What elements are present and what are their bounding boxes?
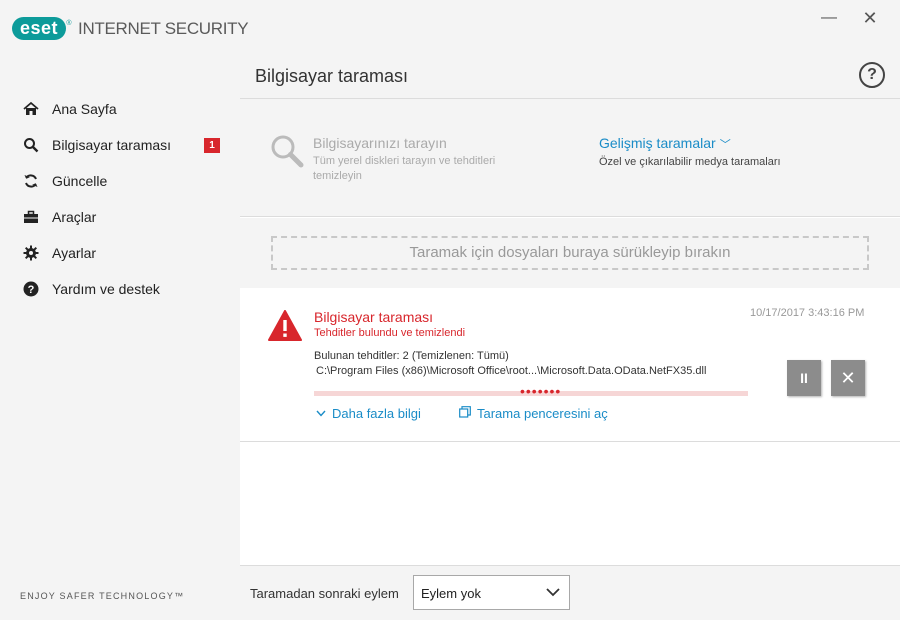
sidebar-item-tools[interactable]: Araçlar bbox=[0, 202, 240, 232]
warning-icon bbox=[268, 310, 302, 346]
toolbox-icon bbox=[22, 208, 40, 226]
title-bar: eset ® INTERNET SECURITY — ✕ bbox=[0, 0, 900, 60]
notification-badge: 1 bbox=[204, 137, 220, 153]
more-info-link[interactable]: Daha fazla bilgi bbox=[316, 406, 421, 421]
brand-text: eset bbox=[20, 18, 59, 38]
scan-options: Bilgisayarınızı tarayın Tüm yerel diskle… bbox=[240, 99, 900, 217]
help-button[interactable]: ? bbox=[859, 62, 885, 88]
sidebar-item-computer-scan[interactable]: Bilgisayar taraması 1 bbox=[0, 130, 240, 160]
minimize-button[interactable]: — bbox=[814, 6, 844, 30]
eset-badge: eset ® bbox=[12, 17, 72, 40]
post-scan-action-label: Taramadan sonraki eylem bbox=[250, 586, 399, 601]
refresh-icon bbox=[22, 172, 40, 190]
sidebar: Ana Sayfa Bilgisayar taraması 1 Güncelle… bbox=[0, 60, 240, 620]
sidebar-item-home[interactable]: Ana Sayfa bbox=[0, 94, 240, 124]
sidebar-item-label: Yardım ve destek bbox=[52, 281, 160, 297]
main-header: Bilgisayar taraması ? bbox=[240, 60, 900, 99]
bottom-bar: Taramadan sonraki eylem Eylem yok bbox=[240, 565, 900, 620]
product-name: INTERNET SECURITY bbox=[78, 18, 249, 38]
scan-status: Tehditler bulundu ve temizlendi bbox=[314, 327, 466, 339]
chevron-down-icon: ﹀ bbox=[719, 139, 731, 151]
open-scan-window-link[interactable]: Tarama penceresini aç bbox=[459, 406, 608, 421]
sidebar-item-help[interactable]: ? Yardım ve destek bbox=[0, 274, 240, 304]
advanced-scans-link[interactable]: Gelişmiş taramalar ﹀ Özel ve çıkarılabili… bbox=[599, 135, 781, 168]
scan-computer-desc: Tüm yerel diskleri tarayın ve tehditleri… bbox=[313, 155, 496, 182]
sidebar-item-label: Araçlar bbox=[52, 209, 97, 225]
scan-title: Bilgisayar taraması bbox=[314, 309, 434, 325]
sidebar-item-label: Ayarlar bbox=[52, 245, 97, 261]
progress-indicator: ••••••• bbox=[520, 383, 562, 399]
scan-timestamp: 10/17/2017 3:43:16 PM bbox=[750, 307, 865, 319]
chevron-down-icon bbox=[545, 584, 561, 605]
chevron-down-icon bbox=[316, 408, 326, 420]
sidebar-item-label: Güncelle bbox=[52, 173, 108, 189]
scan-computer-option[interactable]: Bilgisayarınızı tarayın Tüm yerel diskle… bbox=[270, 132, 550, 192]
close-window-button[interactable]: ✕ bbox=[855, 6, 885, 30]
post-scan-action-select[interactable]: Eylem yok bbox=[413, 575, 570, 610]
page-title: Bilgisayar taraması bbox=[255, 66, 409, 86]
advanced-scans-desc: Özel ve çıkarılabilir medya taramaları bbox=[599, 156, 781, 168]
scan-result-card: Bilgisayar taraması Tehditler bulundu ve… bbox=[240, 288, 900, 442]
svg-text:?: ? bbox=[28, 284, 35, 296]
sidebar-item-label: Ana Sayfa bbox=[52, 101, 117, 117]
window-icon bbox=[459, 406, 471, 421]
post-scan-action-value: Eylem yok bbox=[421, 586, 481, 601]
home-icon bbox=[22, 100, 40, 118]
help-circle-icon: ? bbox=[22, 280, 40, 298]
magnifier-icon bbox=[270, 134, 304, 173]
gear-icon bbox=[22, 244, 40, 262]
current-file-path: C:\Program Files (x86)\Microsoft Office\… bbox=[316, 365, 707, 377]
eset-logo: eset ® INTERNET SECURITY bbox=[12, 17, 249, 40]
advanced-scans-title: Gelişmiş taramalar bbox=[599, 135, 716, 151]
stop-button[interactable]: ✕ bbox=[831, 360, 865, 396]
more-info-label: Daha fazla bilgi bbox=[332, 406, 421, 421]
open-scan-window-label: Tarama penceresini aç bbox=[477, 406, 608, 421]
pause-button[interactable]: II bbox=[787, 360, 821, 396]
scan-computer-title: Bilgisayarınızı tarayın bbox=[313, 135, 447, 151]
drop-area: Taramak için dosyaları buraya sürükleyip… bbox=[240, 218, 900, 288]
file-drop-zone[interactable]: Taramak için dosyaları buraya sürükleyip… bbox=[271, 236, 869, 270]
sidebar-item-settings[interactable]: Ayarlar bbox=[0, 238, 240, 268]
sidebar-item-label: Bilgisayar taraması bbox=[52, 137, 172, 153]
threats-found: Bulunan tehditler: 2 (Temizlenen: Tümü) bbox=[314, 350, 509, 362]
tagline: ENJOY SAFER TECHNOLOGY™ bbox=[20, 591, 185, 601]
sidebar-item-update[interactable]: Güncelle bbox=[0, 166, 240, 196]
search-icon bbox=[22, 136, 40, 154]
